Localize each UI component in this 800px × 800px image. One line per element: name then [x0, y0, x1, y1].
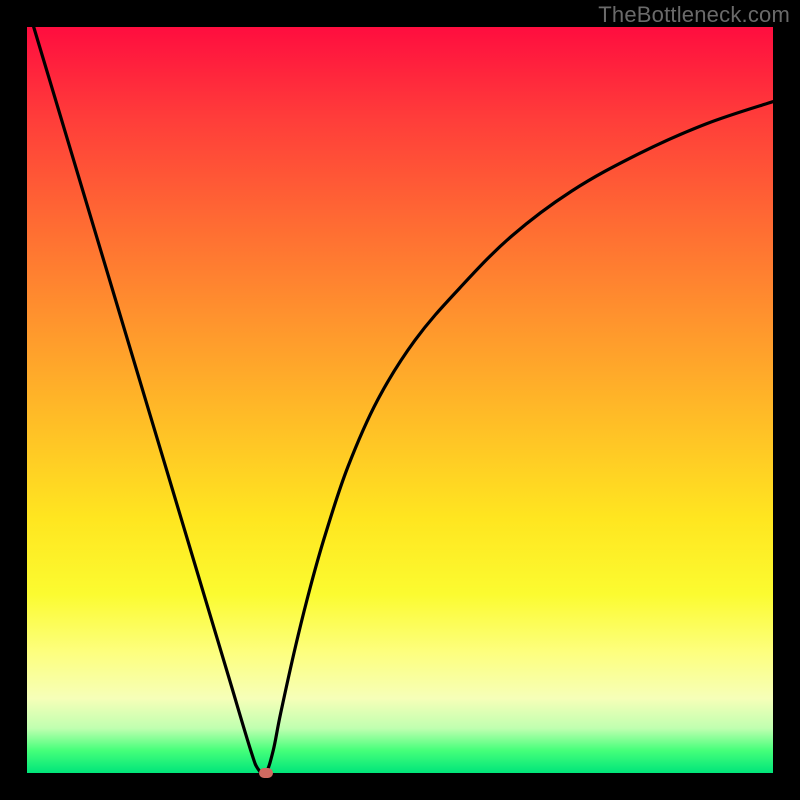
plot-area — [27, 27, 773, 773]
optimum-marker — [259, 768, 273, 778]
watermark-text: TheBottleneck.com — [598, 2, 790, 28]
chart-frame: TheBottleneck.com — [0, 0, 800, 800]
bottleneck-curve — [27, 27, 773, 773]
